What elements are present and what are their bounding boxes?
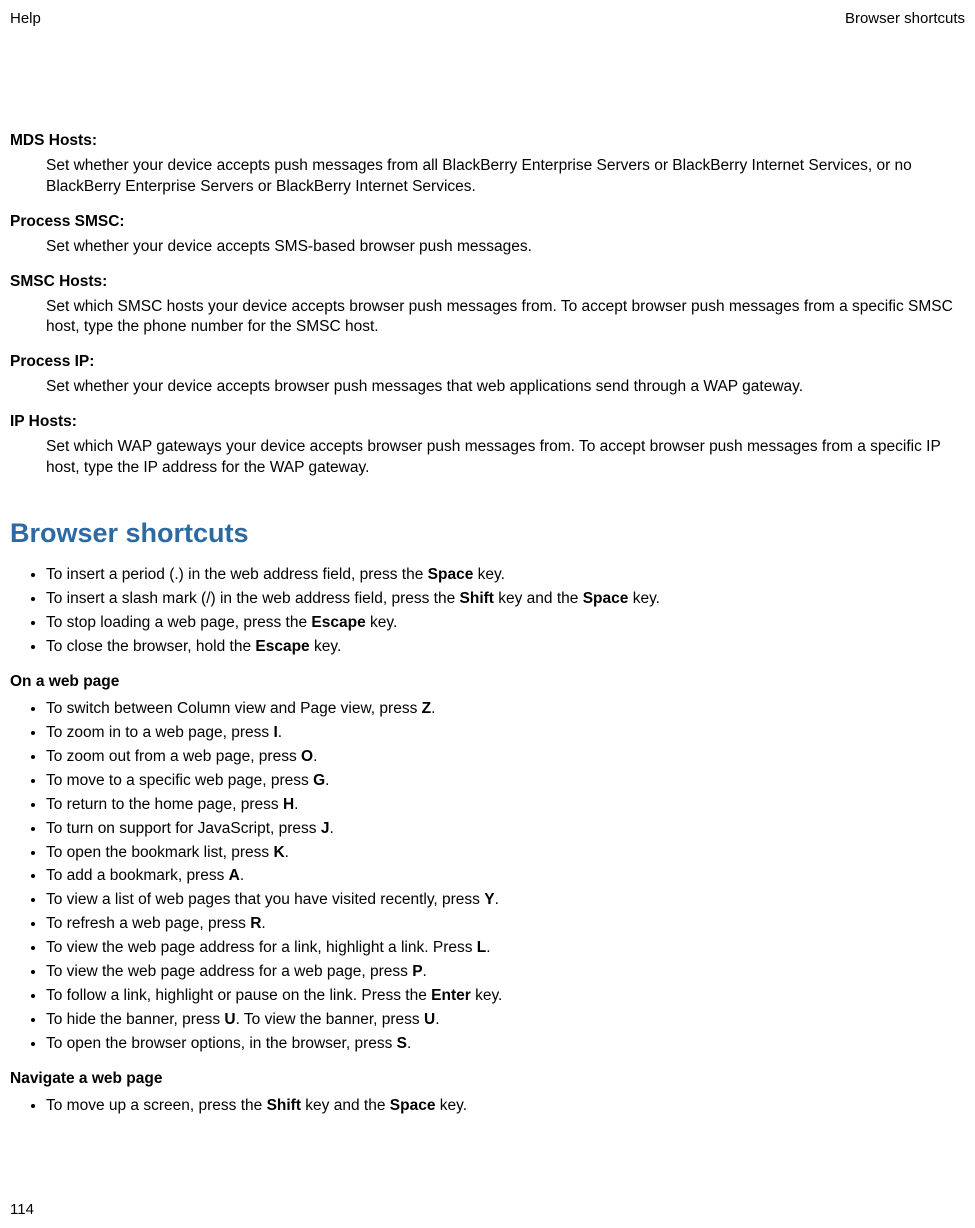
list-item: To follow a link, highlight or pause on … bbox=[46, 986, 965, 1007]
list-item: To return to the home page, press H. bbox=[46, 795, 965, 816]
list-item: To zoom in to a web page, press I. bbox=[46, 723, 965, 744]
list-item: To open the browser options, in the brow… bbox=[46, 1034, 965, 1055]
header-right: Browser shortcuts bbox=[845, 10, 965, 27]
list-item: To stop loading a web page, press the Es… bbox=[46, 613, 965, 634]
definition-description: Set whether your device accepts push mes… bbox=[46, 156, 965, 198]
list-item: To view the web page address for a web p… bbox=[46, 962, 965, 983]
list-item: To move up a screen, press the Shift key… bbox=[46, 1096, 965, 1117]
page-header: Help Browser shortcuts bbox=[0, 0, 975, 27]
definition-term: Process SMSC: bbox=[10, 212, 965, 233]
definition-description: Set whether your device accepts browser … bbox=[46, 377, 965, 398]
shortcuts-navigate: To move up a screen, press the Shift key… bbox=[10, 1096, 965, 1117]
definitions-list: MDS Hosts: Set whether your device accept… bbox=[10, 131, 965, 479]
definition-term: Process IP: bbox=[10, 352, 965, 373]
definition-term: SMSC Hosts: bbox=[10, 272, 965, 293]
subhead-on-a-web-page: On a web page bbox=[10, 672, 965, 693]
definition-description: Set which SMSC hosts your device accepts… bbox=[46, 297, 965, 339]
section-title: Browser shortcuts bbox=[10, 515, 965, 551]
list-item: To insert a period (.) in the web addres… bbox=[46, 565, 965, 586]
list-item: To close the browser, hold the Escape ke… bbox=[46, 637, 965, 658]
definition-description: Set whether your device accepts SMS-base… bbox=[46, 237, 965, 258]
list-item: To turn on support for JavaScript, press… bbox=[46, 819, 965, 840]
list-item: To insert a slash mark (/) in the web ad… bbox=[46, 589, 965, 610]
list-item: To hide the banner, press U. To view the… bbox=[46, 1010, 965, 1031]
list-item: To switch between Column view and Page v… bbox=[46, 699, 965, 720]
definition-term: MDS Hosts: bbox=[10, 131, 965, 152]
list-item: To move to a specific web page, press G. bbox=[46, 771, 965, 792]
subhead-navigate: Navigate a web page bbox=[10, 1069, 965, 1090]
list-item: To view the web page address for a link,… bbox=[46, 938, 965, 959]
shortcuts-general: To insert a period (.) in the web addres… bbox=[10, 565, 965, 658]
list-item: To open the bookmark list, press K. bbox=[46, 843, 965, 864]
list-item: To add a bookmark, press A. bbox=[46, 866, 965, 887]
header-left: Help bbox=[10, 10, 41, 27]
shortcuts-on-page: To switch between Column view and Page v… bbox=[10, 699, 965, 1055]
page-content: MDS Hosts: Set whether your device accept… bbox=[0, 27, 975, 1117]
page-number: 114 bbox=[10, 1201, 34, 1218]
list-item: To view a list of web pages that you hav… bbox=[46, 890, 965, 911]
definition-description: Set which WAP gateways your device accep… bbox=[46, 437, 965, 479]
list-item: To refresh a web page, press R. bbox=[46, 914, 965, 935]
definition-term: IP Hosts: bbox=[10, 412, 965, 433]
list-item: To zoom out from a web page, press O. bbox=[46, 747, 965, 768]
